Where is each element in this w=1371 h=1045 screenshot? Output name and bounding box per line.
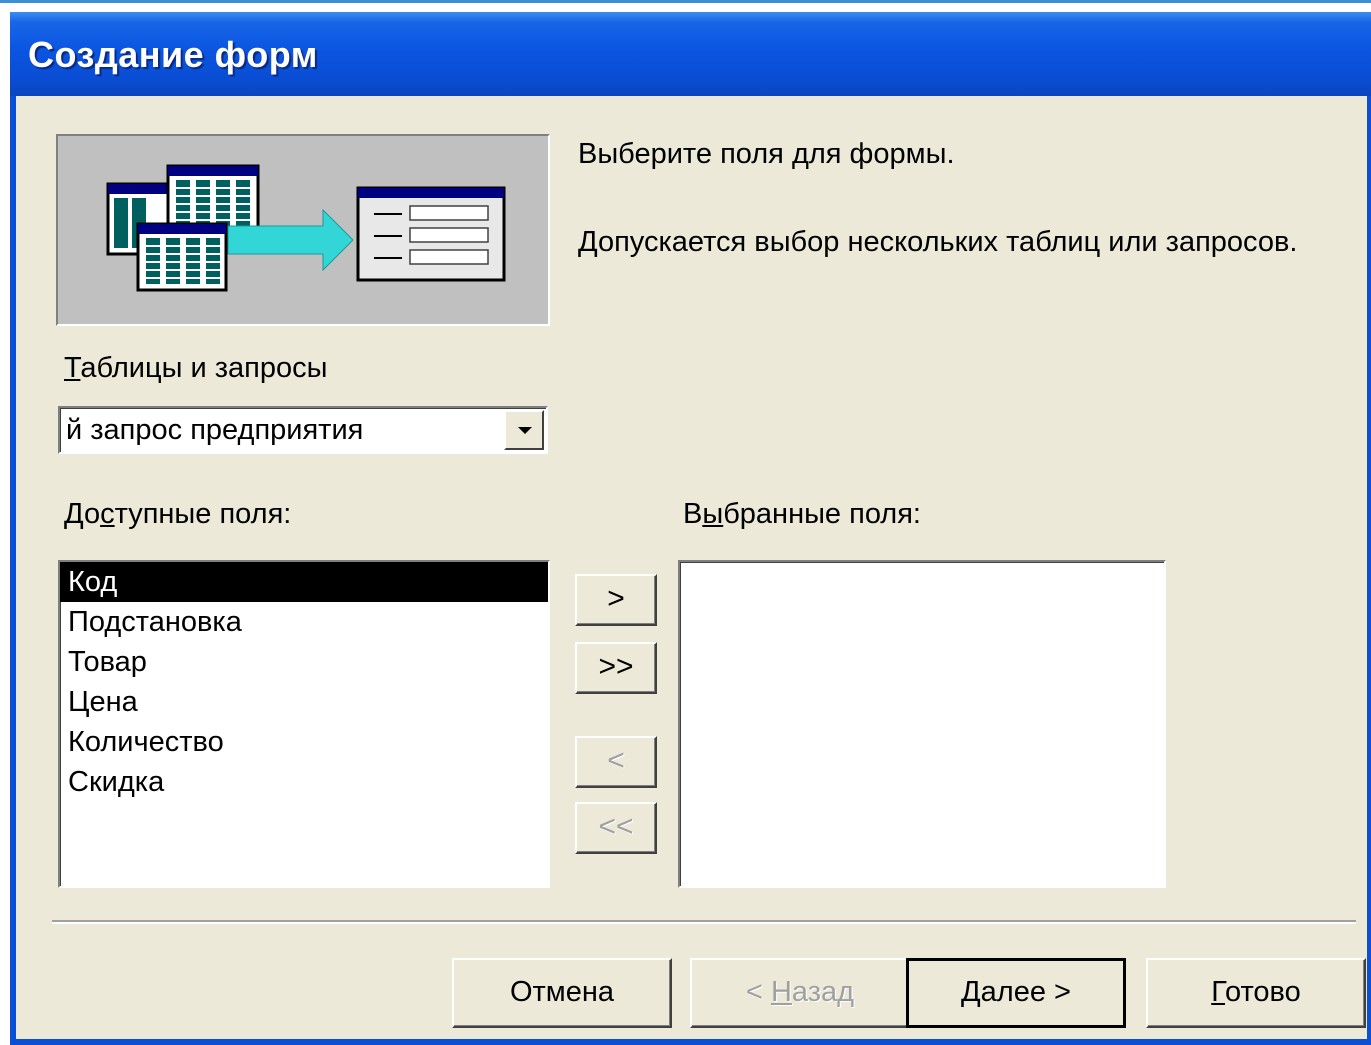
tables-queries-label: Таблицы и запросы — [64, 352, 328, 384]
window-bottom-border — [10, 1039, 1371, 1045]
add-one-button[interactable]: > — [575, 574, 657, 626]
list-item-tsena[interactable]: Цена — [60, 682, 548, 722]
available-fields-label: Доступные поля: — [64, 498, 292, 530]
list-item-kod[interactable]: Код — [60, 562, 548, 602]
tables-to-form-icon — [106, 164, 506, 292]
finish-button[interactable]: Готово — [1146, 958, 1366, 1028]
title-bar[interactable]: Создание форм — [10, 12, 1371, 96]
list-item-tovar[interactable]: Товар — [60, 642, 548, 682]
list-item-podstanovka[interactable]: Подстановка — [60, 602, 548, 642]
instruction-note: Допускается выбор нескольких таблиц или … — [578, 226, 1298, 258]
dialog-client-area: Выберите поля для формы. Допускается выб… — [16, 96, 1371, 1039]
back-button[interactable]: < Назад — [690, 958, 910, 1028]
add-all-button[interactable]: >> — [575, 642, 657, 694]
combo-value: й запрос предприятия — [66, 414, 364, 446]
chevron-down-icon — [518, 427, 532, 434]
button-separator — [52, 920, 1356, 924]
top-accent-line — [0, 0, 1371, 3]
instruction-text: Выберите поля для формы. — [578, 138, 955, 170]
selected-fields-label: Выбранные поля: — [683, 498, 921, 530]
selected-fields-list[interactable] — [678, 560, 1166, 888]
cancel-button[interactable]: Отмена — [452, 958, 672, 1028]
window-right-border — [1367, 96, 1371, 1045]
remove-all-button[interactable]: << — [575, 802, 657, 854]
tables-queries-combo[interactable]: й запрос предприятия — [58, 406, 548, 454]
next-button[interactable]: Далее > — [906, 958, 1126, 1028]
wizard-illustration — [56, 134, 550, 326]
available-fields-list[interactable]: Код Подстановка Товар Цена Количество Ск… — [58, 560, 550, 888]
wizard-window: Создание форм Выберите поля для формы. Д… — [10, 12, 1371, 1045]
combo-dropdown-button[interactable] — [504, 410, 544, 450]
window-title: Создание форм — [28, 34, 318, 75]
list-item-kolichestvo[interactable]: Количество — [60, 722, 548, 762]
remove-one-button[interactable]: < — [575, 736, 657, 788]
list-item-skidka[interactable]: Скидка — [60, 762, 548, 802]
